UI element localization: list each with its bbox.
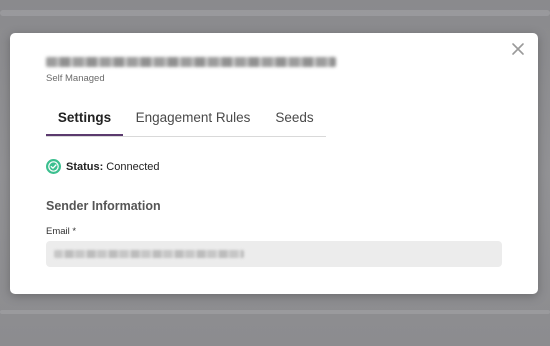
tab-settings[interactable]: Settings bbox=[46, 103, 123, 136]
tab-seeds[interactable]: Seeds bbox=[263, 103, 326, 136]
email-value-redacted bbox=[54, 250, 244, 258]
email-field[interactable] bbox=[46, 241, 502, 267]
dialog-subtitle: Self Managed bbox=[46, 73, 105, 84]
background-header bbox=[0, 10, 550, 16]
tab-bar: Settings Engagement Rules Seeds bbox=[46, 103, 326, 137]
email-label: Email * bbox=[46, 226, 77, 237]
sender-information-heading: Sender Information bbox=[46, 199, 161, 213]
tab-engagement-rules[interactable]: Engagement Rules bbox=[123, 103, 263, 136]
dialog-title-redacted bbox=[46, 57, 336, 67]
close-button[interactable] bbox=[510, 41, 526, 57]
connection-status: Status: Connected bbox=[46, 159, 160, 174]
background-row bbox=[0, 310, 550, 314]
sender-settings-dialog: Self Managed Settings Engagement Rules S… bbox=[10, 33, 538, 294]
close-icon bbox=[512, 43, 524, 55]
check-circle-icon bbox=[46, 159, 61, 174]
status-label: Status: bbox=[66, 160, 104, 173]
status-value: Connected bbox=[106, 160, 160, 173]
